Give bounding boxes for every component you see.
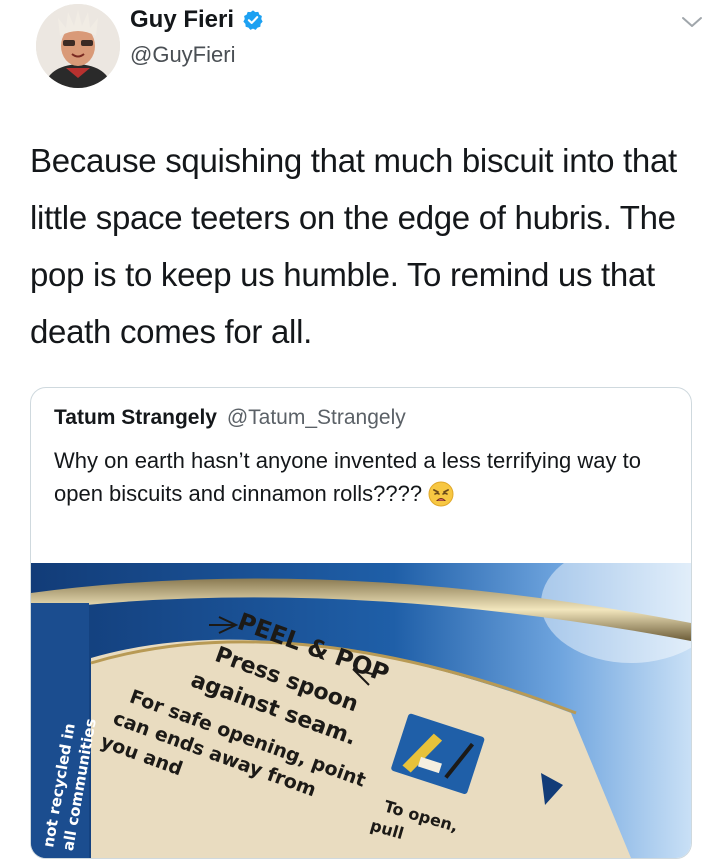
quoted-tweet-text-block: Why on earth hasn’t anyone invented a le…	[54, 444, 654, 516]
quoted-author-handle[interactable]: @Tatum_Strangely	[227, 406, 406, 429]
tweet-body-text: Because squishing that much biscuit into…	[30, 142, 677, 350]
chevron-down-icon[interactable]	[680, 12, 704, 32]
quoted-author-name[interactable]: Tatum Strangely	[54, 406, 217, 429]
quoted-tweet-text: Why on earth hasn’t anyone invented a le…	[54, 448, 641, 506]
quoted-tweet-header: Tatum Strangely @Tatum_Strangely	[54, 406, 406, 430]
author-handle[interactable]: @GuyFieri	[130, 42, 235, 68]
biscuit-can-photo[interactable]: not recycled in all communities PEEL & P…	[31, 563, 691, 858]
verified-badge-icon	[242, 9, 264, 31]
tweet-card: Guy Fieri @GuyFieri Because squishing th…	[0, 0, 720, 859]
author-display-name[interactable]: Guy Fieri	[130, 6, 234, 34]
author-name-row[interactable]: Guy Fieri	[130, 6, 264, 34]
weary-face-emoji-icon	[428, 481, 454, 516]
quoted-tweet-card[interactable]: Tatum Strangely @Tatum_Strangely Why on …	[30, 387, 692, 859]
author-avatar[interactable]	[36, 4, 120, 88]
